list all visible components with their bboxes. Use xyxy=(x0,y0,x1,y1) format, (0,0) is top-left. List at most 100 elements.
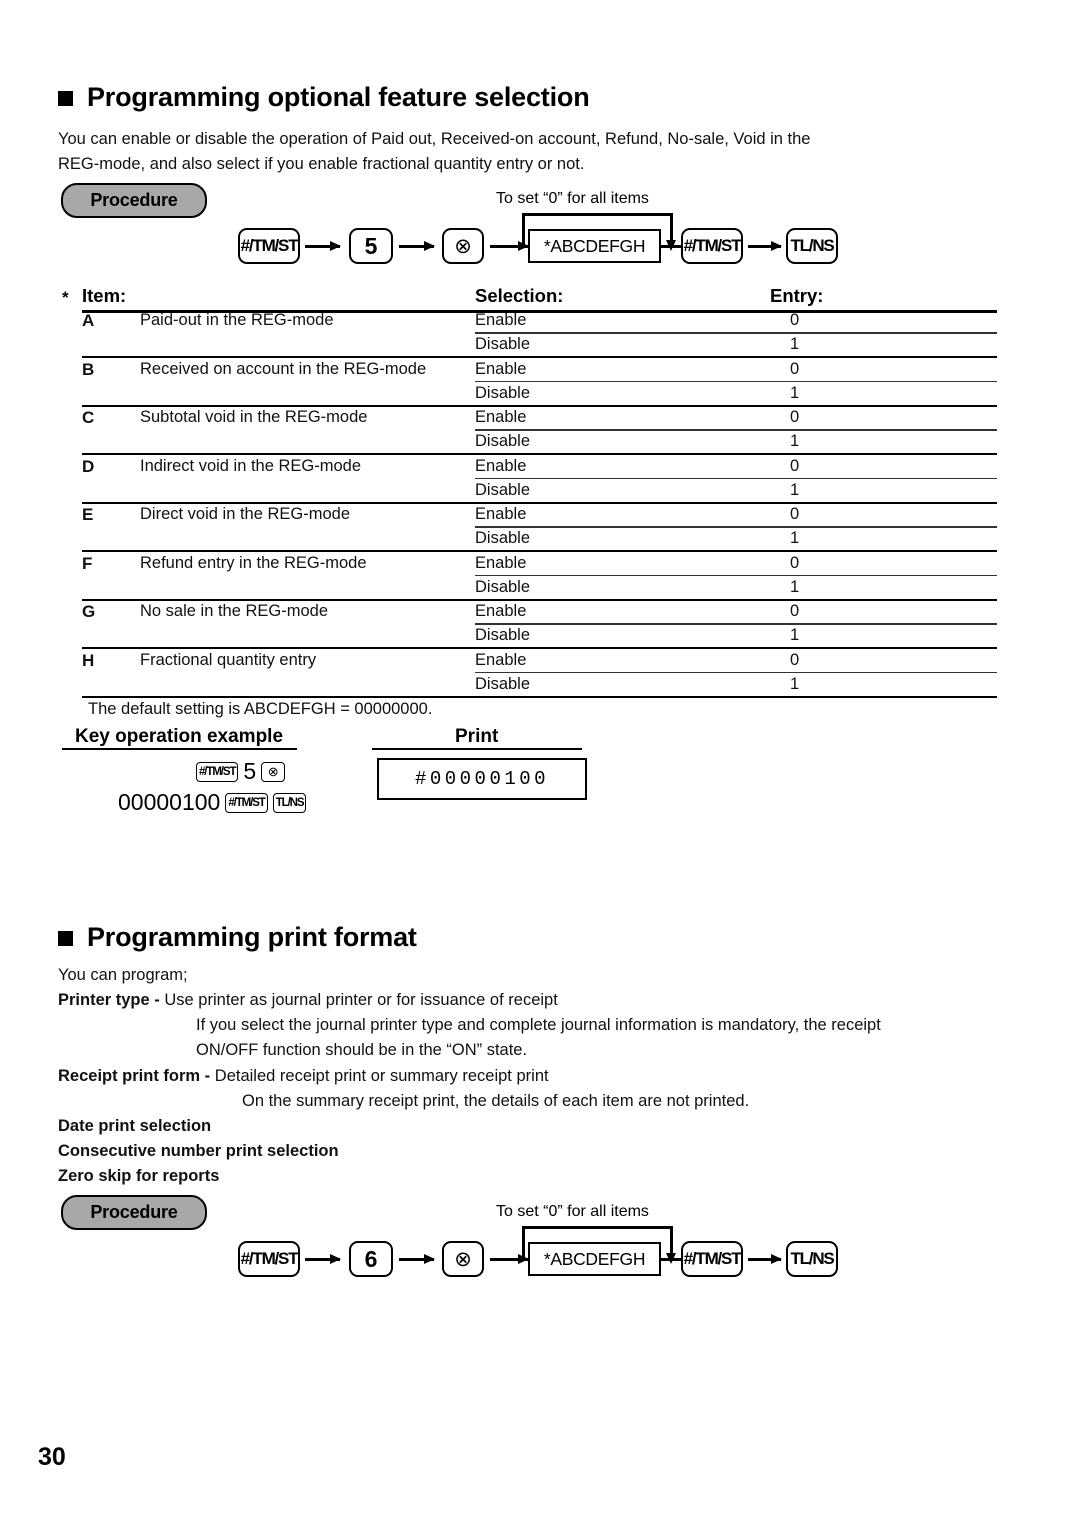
table-option-rule xyxy=(475,526,997,528)
table-row-item: Paid-out in the REG-mode xyxy=(140,311,334,329)
flow2-arrow-c xyxy=(490,1254,529,1263)
table-block-rule xyxy=(82,501,997,504)
table-header-entry: Entry: xyxy=(770,285,824,306)
table-cell-selection: Disable xyxy=(475,383,531,402)
table-option-rule xyxy=(475,574,997,577)
flow-key-tlns-1[interactable]: TL/NS xyxy=(786,228,838,264)
printer-type-text: Use printer as journal printer or for is… xyxy=(164,991,558,1009)
table-option-rule xyxy=(475,671,997,674)
table-block-rule xyxy=(82,356,997,359)
square-bullet-icon-2 xyxy=(58,931,73,946)
table-row-letter: D xyxy=(82,456,95,476)
small-key-tmst-2[interactable]: #/TM/ST xyxy=(225,792,268,813)
flow-key-multiply-1[interactable]: ⊗ xyxy=(442,228,484,264)
flow2-key-tlns[interactable]: TL/NS xyxy=(786,1241,838,1277)
square-bullet-icon xyxy=(58,91,73,106)
printer-type-row: Printer type - Use printer as journal pr… xyxy=(58,988,558,1013)
small-key-multiply[interactable]: ⊗ xyxy=(261,761,286,782)
table-cell-entry: 1 xyxy=(790,432,800,450)
table-row-item: Indirect void in the REG-mode xyxy=(140,456,362,475)
section-heading-optional-feature: Programming optional feature selection xyxy=(58,82,590,113)
table-cell-selection: Enable xyxy=(475,359,527,378)
table-cell-entry: 1 xyxy=(790,383,800,402)
table-row-item: Subtotal void in the REG-mode xyxy=(140,408,368,426)
table-row-letter: F xyxy=(82,553,93,573)
procedure-badge-2: Procedure xyxy=(61,1195,207,1230)
flow-box-abcdefgh-1[interactable]: *ABCDEFGH xyxy=(528,229,661,263)
flow-arrow-1b xyxy=(399,241,435,250)
flow-caption-2: To set “0” for all items xyxy=(496,1203,649,1220)
table-option-rule xyxy=(475,477,997,480)
flow2-arrow-b xyxy=(399,1254,435,1263)
flow2-key-multiply[interactable]: ⊗ xyxy=(442,1241,484,1277)
table-cell-entry: 0 xyxy=(790,311,800,329)
table-cell-selection: Disable xyxy=(475,577,531,596)
default-setting-note: The default setting is ABCDEFGH = 000000… xyxy=(88,700,433,718)
flow-loop-horizontal-2 xyxy=(522,1226,672,1229)
table-cell-selection: Enable xyxy=(475,553,527,572)
flow-arrow-1e xyxy=(748,241,782,250)
table-row-letter: E xyxy=(82,505,94,524)
flow-loop-vertical-right-2 xyxy=(666,1226,675,1264)
print-heading: Print xyxy=(455,726,499,747)
flow-key-tmst-1[interactable]: #/TM/ST xyxy=(238,228,300,264)
printer-type-note-2: ON/OFF function should be in the “ON” st… xyxy=(196,1041,528,1059)
small-key-tlns[interactable]: TL/NS xyxy=(272,792,307,813)
table-cell-selection: Enable xyxy=(475,602,527,620)
table-row-item: No sale in the REG-mode xyxy=(140,602,329,620)
table-cell-entry: 1 xyxy=(790,529,800,547)
flow-caption-1: To set “0” for all items xyxy=(496,190,649,207)
flow2-key-tmst-1[interactable]: #/TM/ST xyxy=(238,1241,300,1277)
table-cell-selection: Enable xyxy=(475,311,527,329)
table-block-rule xyxy=(82,598,997,601)
flow-key-5[interactable]: 5 xyxy=(349,228,393,264)
table-cell-selection: Disable xyxy=(475,480,531,499)
table-cell-selection: Disable xyxy=(475,335,531,353)
section-heading-text: Programming optional feature selection xyxy=(87,82,590,112)
table-cell-entry: 0 xyxy=(790,456,800,475)
bold-item-consecutive-number: Consecutive number print selection xyxy=(58,1142,339,1160)
table-cell-entry: 0 xyxy=(790,602,800,620)
flow-key-tmst-2[interactable]: #/TM/ST xyxy=(681,228,743,264)
small-key-tmst-1[interactable]: #/TM/ST xyxy=(196,761,239,782)
table-option-rule xyxy=(475,332,997,334)
receipt-form-note: On the summary receipt print, the detail… xyxy=(242,1092,750,1110)
key-operation-example-heading: Key operation example xyxy=(75,726,284,747)
table-row-letter: A xyxy=(82,311,95,330)
entered-value: 00000100 xyxy=(118,789,221,815)
table-block-rule xyxy=(82,550,997,553)
table-cell-selection: Disable xyxy=(475,626,531,644)
page-number: 30 xyxy=(38,1443,66,1471)
key-operation-line-2: 00000100 #/TM/ST TL/NS xyxy=(118,789,307,816)
table-row-item: Received on account in the REG-mode xyxy=(140,359,427,378)
receipt-form-text: Detailed receipt print or summary receip… xyxy=(214,1067,549,1085)
table-block-rule xyxy=(82,453,997,456)
table-option-rule xyxy=(475,623,997,625)
print-heading-rule xyxy=(372,748,582,751)
section1-intro-line1: You can enable or disable the operation … xyxy=(58,130,811,148)
printer-type-label: Printer type - xyxy=(58,991,160,1009)
procedure-badge-1: Procedure xyxy=(61,183,207,218)
flow2-key-6[interactable]: 6 xyxy=(349,1241,393,1277)
table-option-rule xyxy=(475,380,997,383)
table-row-item: Direct void in the REG-mode xyxy=(140,505,350,523)
key-operation-heading-rule xyxy=(62,748,297,751)
flow-arrow-1c xyxy=(490,241,529,250)
table-row-letter: C xyxy=(82,408,95,427)
table-option-rule xyxy=(475,429,997,431)
table-row-letter: H xyxy=(82,650,95,670)
receipt-form-label: Receipt print form - xyxy=(58,1067,211,1085)
section2-heading-text: Programming print format xyxy=(87,922,417,952)
table-footnote-star: * xyxy=(62,288,69,307)
table-cell-entry: 0 xyxy=(790,650,800,669)
manual-page: Programming optional feature selection Y… xyxy=(0,0,1080,1526)
table-cell-entry: 0 xyxy=(790,505,800,523)
flow2-box-abcdefgh[interactable]: *ABCDEFGH xyxy=(528,1242,661,1276)
flow-loop-horizontal-1 xyxy=(522,213,672,216)
table-cell-selection: Disable xyxy=(475,529,531,547)
flow-loop-vertical-right-1 xyxy=(666,213,675,251)
table-cell-selection: Disable xyxy=(475,432,531,450)
table-row-letter: B xyxy=(82,359,95,379)
table-block-rule xyxy=(82,647,997,650)
flow2-key-tmst-2[interactable]: #/TM/ST xyxy=(681,1241,743,1277)
